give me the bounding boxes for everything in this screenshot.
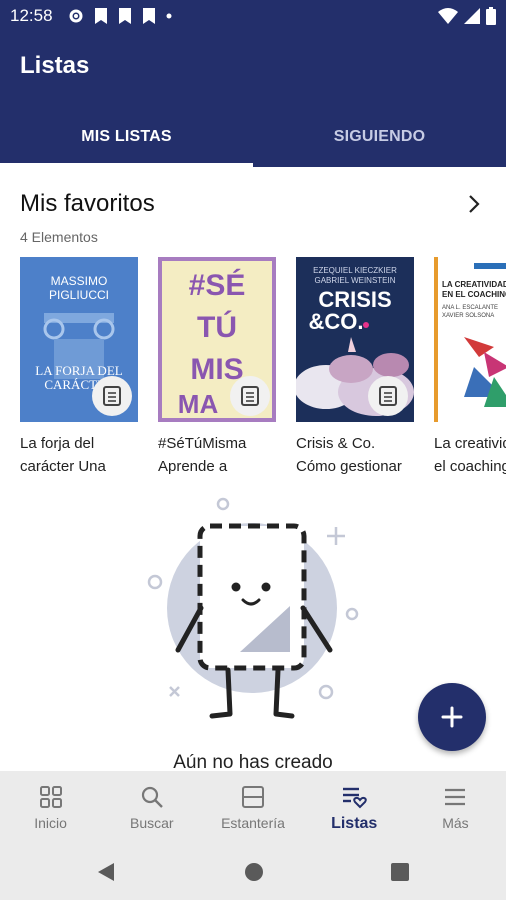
grid-icon: [39, 786, 62, 808]
settings-icon: [69, 9, 83, 23]
svg-text:EZEQUIEL KIECZKIER: EZEQUIEL KIECZKIER: [313, 266, 397, 275]
svg-text:MASSIMO: MASSIMO: [51, 274, 108, 288]
book-cover[interactable]: #SÉ TÚ MIS MA: [158, 257, 276, 422]
book-card[interactable]: MASSIMO PIGLIUCCI LA FORJA DEL CARÁCTER …: [20, 257, 138, 477]
book-card[interactable]: EZEQUIEL KIECZKIER GABRIEL WEINSTEIN CRI…: [296, 257, 414, 477]
nav-item-mas[interactable]: Más: [405, 771, 506, 843]
book-card[interactable]: LA CREATIVIDAD EN EL COACHING ANA L. ESC…: [434, 257, 506, 477]
list-title[interactable]: Mis favoritos: [20, 190, 155, 218]
tab-bar: MIS LISTAS SIGUIENDO: [0, 106, 506, 167]
shelf-icon: [242, 786, 264, 808]
svg-text:MA: MA: [178, 389, 219, 419]
home-icon[interactable]: [244, 862, 264, 882]
page-title: Listas: [20, 52, 90, 79]
book-title-line: Aprende a: [158, 458, 228, 475]
nav-item-listas[interactable]: Listas: [304, 771, 405, 843]
back-icon[interactable]: [96, 862, 116, 882]
document-icon: [92, 376, 132, 416]
bookmark-icon: [143, 8, 155, 24]
book-title-line: La forja del: [20, 435, 95, 452]
book-carousel[interactable]: MASSIMO PIGLIUCCI LA FORJA DEL CARÁCTER …: [20, 257, 506, 477]
bookmark-icon: [95, 8, 107, 24]
empty-state-illustration: [147, 497, 359, 719]
book-title-line: el coaching: [434, 458, 506, 475]
book-card[interactable]: #SÉ TÚ MIS MA #SéTúMisma Aprende a: [158, 257, 276, 477]
status-system-icons: [438, 6, 496, 26]
nav-label: Inicio: [34, 815, 67, 831]
book-title-line: La creatividad en: [434, 435, 506, 452]
document-icon: [368, 376, 408, 416]
status-notification-icons: [68, 6, 172, 26]
svg-text:#SÉ: #SÉ: [189, 268, 246, 302]
wifi-icon: [438, 8, 458, 24]
svg-text:TÚ: TÚ: [197, 310, 237, 344]
book-cover[interactable]: EZEQUIEL KIECZKIER GABRIEL WEINSTEIN CRI…: [296, 257, 414, 422]
search-icon: [141, 786, 163, 808]
svg-text:XAVIER SOLSONA: XAVIER SOLSONA: [442, 313, 494, 319]
svg-text:PIGLIUCCI: PIGLIUCCI: [49, 288, 109, 302]
svg-text:&CO.: &CO.: [309, 309, 364, 334]
svg-text:EN EL COACHING: EN EL COACHING: [442, 290, 506, 299]
menu-icon: [445, 788, 466, 806]
nav-label: Más: [442, 815, 469, 831]
nav-item-buscar[interactable]: Buscar: [101, 771, 202, 843]
app-header: 12:58 Listas MIS LISTAS SIGUIENDO: [0, 0, 506, 167]
book-cover-art: LA CREATIVIDAD EN EL COACHING ANA L. ESC…: [434, 257, 506, 422]
svg-text:GABRIEL WEINSTEIN: GABRIEL WEINSTEIN: [314, 276, 395, 285]
signal-icon: [464, 8, 480, 24]
bottom-navigation: Inicio Buscar Estantería Listas Más: [0, 771, 506, 843]
book-title-line: Crisis & Co.: [296, 435, 376, 452]
nav-label: Listas: [331, 815, 378, 832]
book-cover[interactable]: MASSIMO PIGLIUCCI LA FORJA DEL CARÁCTER: [20, 257, 138, 422]
nav-label: Buscar: [130, 815, 174, 831]
bookmark-icon: [119, 8, 131, 24]
add-list-button[interactable]: [418, 683, 486, 751]
list-item-count: 4 Elementos: [20, 229, 98, 245]
status-bar: 12:58: [0, 0, 506, 32]
book-title-line: carácter Una: [20, 458, 106, 475]
recents-icon[interactable]: [390, 862, 410, 882]
battery-icon: [486, 7, 496, 25]
svg-text:LA CREATIVIDAD: LA CREATIVIDAD: [442, 280, 506, 289]
tab-siguiendo[interactable]: SIGUIENDO: [253, 106, 506, 167]
nav-item-estanteria[interactable]: Estantería: [202, 771, 303, 843]
dot-icon: [166, 13, 172, 19]
status-time: 12:58: [10, 6, 53, 25]
document-icon: [230, 376, 270, 416]
list-heart-icon: [343, 787, 367, 809]
chevron-right-icon[interactable]: [462, 192, 486, 216]
system-navigation-bar: [0, 843, 506, 900]
book-cover[interactable]: LA CREATIVIDAD EN EL COACHING ANA L. ESC…: [434, 257, 506, 422]
tab-mis-listas[interactable]: MIS LISTAS: [0, 106, 253, 167]
svg-text:ANA L. ESCALANTE: ANA L. ESCALANTE: [442, 305, 498, 311]
plus-icon: [441, 706, 463, 728]
nav-item-inicio[interactable]: Inicio: [0, 771, 101, 843]
book-title-line: Cómo gestionar: [296, 458, 402, 475]
book-title-line: #SéTúMisma: [158, 435, 247, 452]
nav-label: Estantería: [221, 815, 285, 831]
